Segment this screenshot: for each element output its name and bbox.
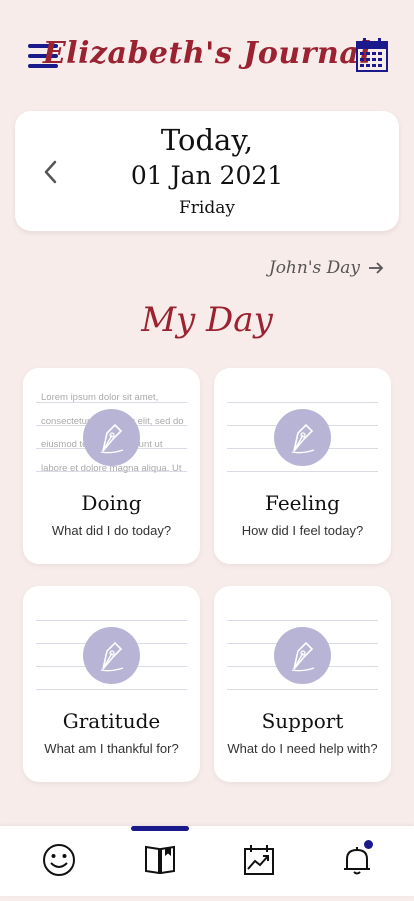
- card-subtitle: What am I thankful for?: [44, 741, 179, 756]
- card-title: Support: [261, 709, 344, 733]
- notification-badge: [364, 840, 373, 849]
- app-header: Elizabeth's Journal: [0, 0, 414, 110]
- nav-trends-button[interactable]: [241, 842, 277, 878]
- active-tab-indicator: [131, 826, 189, 831]
- card-feeling[interactable]: Feeling How did I feel today?: [214, 368, 391, 564]
- other-day-link-label: John's Day: [268, 258, 360, 278]
- nav-notifications-button[interactable]: [339, 840, 375, 878]
- trend-chart-icon: [244, 845, 274, 875]
- bottom-nav: [0, 826, 414, 896]
- card-doing[interactable]: Lorem ipsum dolor sit amet, consectetur …: [23, 368, 200, 564]
- pen-nib-icon: [274, 627, 331, 684]
- section-title: My Day: [141, 300, 273, 340]
- nav-journal-button[interactable]: [142, 842, 178, 878]
- nav-mood-button[interactable]: [41, 842, 77, 878]
- app-title: Elizabeth's Journal: [42, 36, 372, 71]
- pen-nib-icon: [83, 627, 140, 684]
- card-title: Feeling: [265, 491, 340, 515]
- date-value: 01 Jan 2021: [130, 161, 284, 190]
- other-day-link[interactable]: John's Day: [269, 258, 384, 278]
- date-card: Today, 01 Jan 2021 Friday: [15, 111, 399, 231]
- card-title: Gratitude: [62, 709, 161, 733]
- card-subtitle: What do I need help with?: [227, 741, 378, 756]
- arrow-right-icon: [369, 262, 384, 274]
- pen-nib-icon: [274, 409, 331, 466]
- card-support[interactable]: Support What do I need help with?: [214, 586, 391, 782]
- card-title: Doing: [81, 491, 142, 515]
- mood-face-icon: [43, 844, 75, 876]
- date-today-label: Today,: [160, 123, 254, 157]
- card-subtitle: What did I do today?: [51, 523, 172, 538]
- calendar-icon[interactable]: [356, 38, 388, 72]
- pen-nib-icon: [83, 409, 140, 466]
- card-subtitle: How did I feel today?: [241, 523, 364, 538]
- card-gratitude[interactable]: Gratitude What am I thankful for?: [23, 586, 200, 782]
- journal-book-icon: [145, 845, 175, 875]
- date-weekday: Friday: [179, 198, 235, 218]
